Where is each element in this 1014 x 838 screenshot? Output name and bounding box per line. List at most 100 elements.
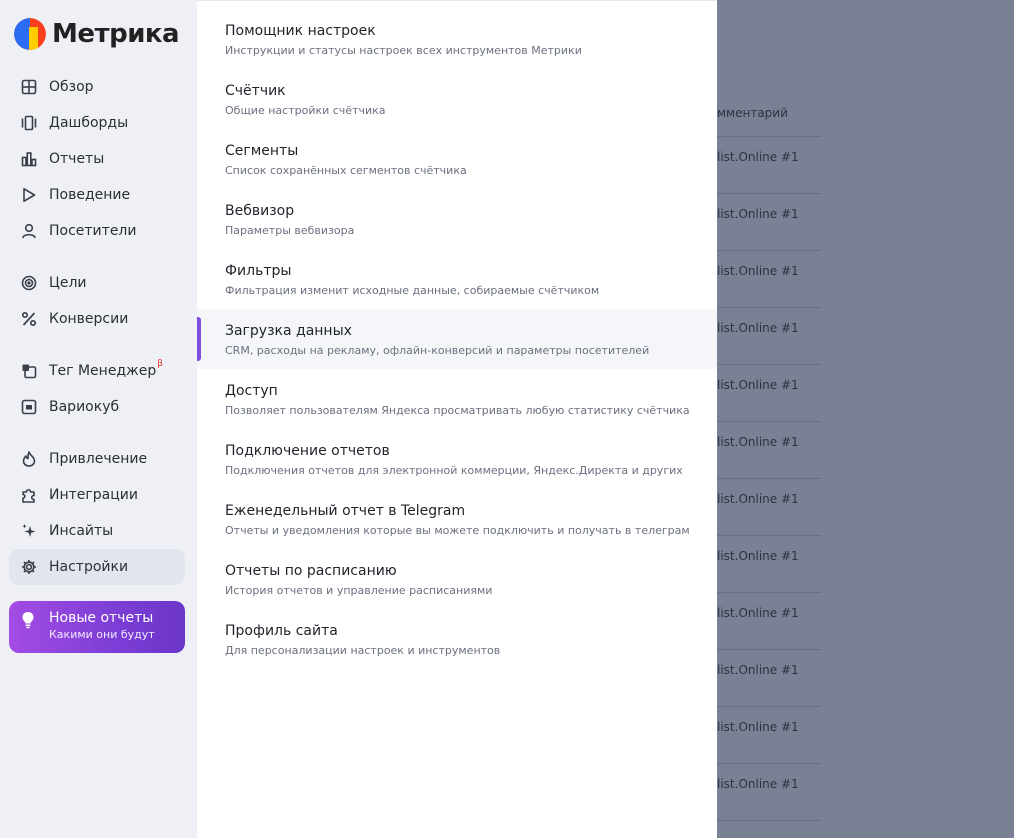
sidebar-item-visitors[interactable]: Посетители — [9, 213, 185, 249]
target-icon — [20, 274, 38, 292]
menu-item-title: Доступ — [225, 383, 278, 399]
table-column-header: мментарий — [717, 106, 788, 120]
table-cell: list.Online #1 — [717, 777, 799, 791]
sidebar-item-conversions[interactable]: Конверсии — [9, 301, 185, 337]
variocube-icon — [20, 398, 38, 416]
divider — [717, 649, 821, 650]
divider — [717, 478, 821, 479]
sidebar-item-label: Инсайты — [49, 523, 114, 539]
grid-icon — [20, 78, 38, 96]
sidebar-item-settings[interactable]: Настройки — [9, 549, 185, 585]
sidebar-item-goals[interactable]: Цели — [9, 265, 185, 301]
sidebar-item-insights[interactable]: Инсайты — [9, 513, 185, 549]
menu-item-subtitle: История отчетов и управление расписаниям… — [225, 584, 493, 597]
table-cell: list.Online #1 — [717, 606, 799, 620]
sidebar-item-label: Посетители — [49, 223, 137, 239]
puzzle-icon — [20, 486, 38, 504]
beta-badge: β — [157, 359, 163, 369]
menu-item-subtitle: Позволяет пользователям Яндекса просматр… — [225, 404, 690, 417]
menu-item-title: Отчеты по расписанию — [225, 563, 397, 579]
divider — [717, 706, 821, 707]
settings-item-segments[interactable]: Сегменты Список сохранённых сегментов сч… — [197, 129, 717, 189]
settings-item-counter[interactable]: Счётчик Общие настройки счётчика — [197, 69, 717, 129]
menu-item-title: Профиль сайта — [225, 623, 338, 639]
menu-item-subtitle: Для персонализации настроек и инструмент… — [225, 644, 501, 657]
flame-icon — [20, 450, 38, 468]
menu-item-subtitle: CRM, расходы на рекламу, офлайн-конверси… — [225, 344, 650, 357]
play-icon — [20, 186, 38, 204]
sidebar-item-behavior[interactable]: Поведение — [9, 177, 185, 213]
lightbulb-icon — [20, 611, 38, 653]
table-cell: list.Online #1 — [717, 150, 799, 164]
menu-item-title: Еженедельный отчет в Telegram — [225, 503, 466, 519]
sidebar: Метрика Обзор Дашборды Отчеты Поведение … — [0, 0, 197, 838]
sparkle-icon — [20, 522, 38, 540]
table-cell: list.Online #1 — [717, 492, 799, 506]
logo-text: Метрика — [52, 19, 180, 49]
settings-menu-panel: Помощник настроек Инструкции и статусы н… — [197, 0, 717, 838]
divider — [717, 250, 821, 251]
metrika-logo-icon — [14, 18, 46, 50]
sidebar-item-label: Интеграции — [49, 487, 138, 503]
menu-item-title: Сегменты — [225, 143, 299, 159]
settings-item-report-connections[interactable]: Подключение отчетов Подключения отчетов … — [197, 429, 717, 489]
user-icon — [20, 222, 38, 240]
percent-icon — [20, 310, 38, 328]
settings-item-filters[interactable]: Фильтры Фильтрация изменит исходные данн… — [197, 249, 717, 309]
table-cell: list.Online #1 — [717, 663, 799, 677]
settings-item-scheduled-reports[interactable]: Отчеты по расписанию История отчетов и у… — [197, 549, 717, 609]
sidebar-item-tag-manager[interactable]: Тег Менеджер β — [9, 353, 185, 389]
sidebar-item-dashboards[interactable]: Дашборды — [9, 105, 185, 141]
sidebar-item-acquisition[interactable]: Привлечение — [9, 441, 185, 477]
sidebar-item-label: Тег Менеджер — [49, 363, 157, 379]
menu-item-subtitle: Фильтрация изменит исходные данные, соби… — [225, 284, 600, 297]
menu-item-title: Вебвизор — [225, 203, 295, 219]
promo-subtitle: Какими они будут — [49, 628, 155, 641]
table-cell: list.Online #1 — [717, 549, 799, 563]
menu-item-subtitle: Список сохранённых сегментов счётчика — [225, 164, 467, 177]
sidebar-item-label: Обзор — [49, 79, 94, 95]
menu-item-title: Помощник настроек — [225, 23, 376, 39]
divider — [717, 136, 821, 137]
menu-item-title: Загрузка данных — [225, 323, 352, 339]
sidebar-item-reports[interactable]: Отчеты — [9, 141, 185, 177]
sidebar-item-label: Настройки — [49, 559, 129, 575]
divider — [717, 364, 821, 365]
logo[interactable]: Метрика — [14, 18, 180, 50]
menu-item-subtitle: Параметры вебвизора — [225, 224, 355, 237]
sidebar-item-overview[interactable]: Обзор — [9, 69, 185, 105]
settings-item-data-upload[interactable]: Загрузка данных CRM, расходы на рекламу,… — [197, 309, 717, 369]
bar-chart-icon — [20, 150, 38, 168]
menu-item-subtitle: Подключения отчетов для электронной комм… — [225, 464, 683, 477]
settings-item-telegram-report[interactable]: Еженедельный отчет в Telegram Отчеты и у… — [197, 489, 717, 549]
gear-icon — [20, 558, 38, 576]
sidebar-item-label: Конверсии — [49, 311, 129, 327]
dimmed-page-overlay[interactable]: мментарий list.Online #1 list.Online #1 li… — [717, 0, 1014, 838]
divider — [717, 421, 821, 422]
menu-item-title: Счётчик — [225, 83, 286, 99]
sidebar-item-label: Привлечение — [49, 451, 148, 467]
menu-item-subtitle: Отчеты и уведомления которые вы можете п… — [225, 524, 690, 537]
table-cell: list.Online #1 — [717, 264, 799, 278]
sidebar-item-label: Дашборды — [49, 115, 129, 131]
new-reports-promo[interactable]: Новые отчеты Какими они будут — [9, 601, 185, 653]
promo-title: Новые отчеты — [49, 610, 154, 626]
settings-item-site-profile[interactable]: Профиль сайта Для персонализации настрое… — [197, 609, 717, 669]
sidebar-item-integrations[interactable]: Интеграции — [9, 477, 185, 513]
divider — [717, 193, 821, 194]
menu-item-subtitle: Общие настройки счётчика — [225, 104, 386, 117]
menu-item-title: Подключение отчетов — [225, 443, 390, 459]
table-cell: list.Online #1 — [717, 321, 799, 335]
settings-item-setup-assistant[interactable]: Помощник настроек Инструкции и статусы н… — [197, 9, 717, 69]
divider — [717, 535, 821, 536]
menu-item-title: Фильтры — [225, 263, 292, 279]
divider — [717, 820, 821, 821]
settings-item-webvisor[interactable]: Вебвизор Параметры вебвизора — [197, 189, 717, 249]
dashboards-icon — [20, 114, 38, 132]
sidebar-item-variocube[interactable]: Вариокуб — [9, 389, 185, 425]
table-cell: list.Online #1 — [717, 720, 799, 734]
divider — [717, 592, 821, 593]
settings-item-access[interactable]: Доступ Позволяет пользователям Яндекса п… — [197, 369, 717, 429]
sidebar-item-label: Вариокуб — [49, 399, 120, 415]
table-cell: list.Online #1 — [717, 207, 799, 221]
